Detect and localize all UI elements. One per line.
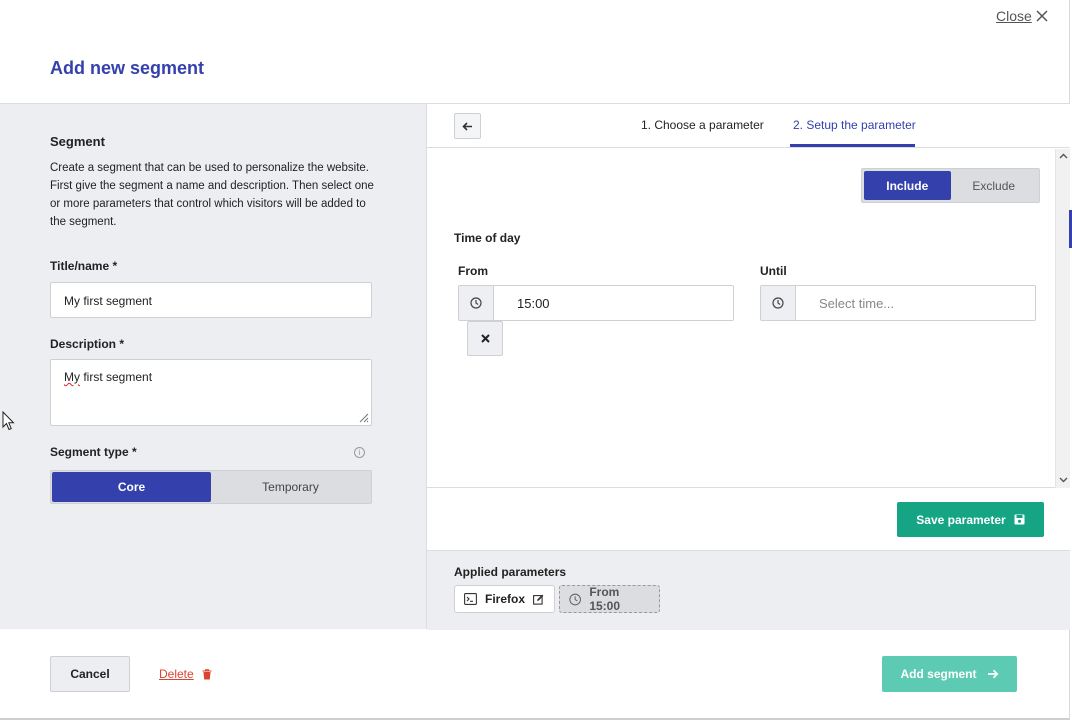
floppy-disk-icon (1014, 514, 1025, 525)
save-parameter-label: Save parameter (916, 512, 1006, 527)
until-label: Until (760, 264, 787, 278)
time-of-day-label: Time of day (454, 231, 521, 245)
close-link[interactable]: Close (996, 8, 1032, 24)
wizard-steps: 1. Choose a parameter 2. Setup the param… (427, 104, 1070, 148)
scrollbar[interactable] (1055, 149, 1070, 488)
segment-type-core[interactable]: Core (52, 472, 211, 502)
include-exclude-toggle: Include Exclude (861, 168, 1040, 203)
segment-form-panel: Segment Create a segment that can be use… (0, 103, 427, 629)
delete-label: Delete (159, 667, 194, 681)
chevron-up-icon[interactable] (1059, 152, 1068, 161)
until-time-placeholder: Select time... (819, 296, 895, 311)
arrow-left-icon (462, 122, 472, 131)
applied-parameters-label: Applied parameters (454, 565, 567, 579)
close-icon (480, 334, 490, 343)
step-choose-parameter[interactable]: 1. Choose a parameter (641, 118, 764, 132)
clock-icon (459, 286, 494, 320)
clear-time-button[interactable] (467, 321, 503, 356)
segment-type-toggle: Core Temporary (50, 470, 372, 504)
edit-icon[interactable] (533, 594, 544, 605)
segment-heading: Segment (50, 134, 105, 149)
title-input[interactable]: My first segment (50, 282, 372, 318)
mouse-cursor-icon (2, 411, 15, 431)
spellcheck-word: My (64, 370, 80, 384)
segment-type-temporary[interactable]: Temporary (211, 472, 370, 502)
cancel-button[interactable]: Cancel (50, 656, 130, 692)
applied-chip-time[interactable]: From 15:00 (559, 585, 660, 613)
arrow-right-icon (987, 669, 998, 679)
applied-parameters: Applied parameters Firefox From 15:00 (427, 550, 1070, 630)
clock-icon (569, 593, 581, 605)
from-time-field[interactable]: 15:00 (458, 285, 734, 321)
include-option[interactable]: Include (864, 171, 951, 200)
add-segment-label: Add segment (900, 667, 977, 681)
close-icon[interactable] (1035, 9, 1049, 23)
trash-icon (202, 668, 212, 679)
step-setup-parameter[interactable]: 2. Setup the parameter (793, 118, 916, 132)
segment-modal: Close Add new segment Segment Create a s… (0, 0, 1070, 720)
terminal-icon (464, 593, 477, 605)
description-value: first segment (80, 370, 153, 384)
segment-description-text: Create a segment that can be used to per… (50, 162, 374, 228)
clock-icon (761, 286, 796, 320)
description-textarea[interactable]: My first segment (50, 359, 372, 426)
applied-chip-firefox[interactable]: Firefox (454, 585, 555, 613)
back-button[interactable] (454, 113, 481, 139)
info-icon[interactable]: i (354, 447, 365, 458)
title-label: Title/name * (50, 259, 118, 273)
resize-grip-icon[interactable] (357, 411, 369, 423)
chip-label: From 15:00 (589, 585, 621, 613)
exclude-option[interactable]: Exclude (951, 171, 1038, 200)
chip-label: Firefox (485, 592, 526, 606)
segment-type-label: Segment type * (50, 445, 137, 459)
delete-button[interactable]: Delete (159, 667, 212, 681)
active-step-indicator (790, 144, 915, 147)
modal-title: Add new segment (50, 58, 205, 78)
chevron-down-icon[interactable] (1059, 476, 1068, 485)
description-label: Description * (50, 337, 125, 351)
save-parameter-button[interactable]: Save parameter (897, 502, 1044, 537)
add-segment-button[interactable]: Add segment (882, 656, 1017, 692)
parameter-panel: 1. Choose a parameter 2. Setup the param… (427, 103, 1070, 630)
from-label: From (458, 264, 488, 278)
until-time-field[interactable]: Select time... (760, 285, 1036, 321)
parameter-settings: Include Exclude Time of day From Until 1… (427, 149, 1070, 488)
from-time-value: 15:00 (517, 296, 550, 311)
